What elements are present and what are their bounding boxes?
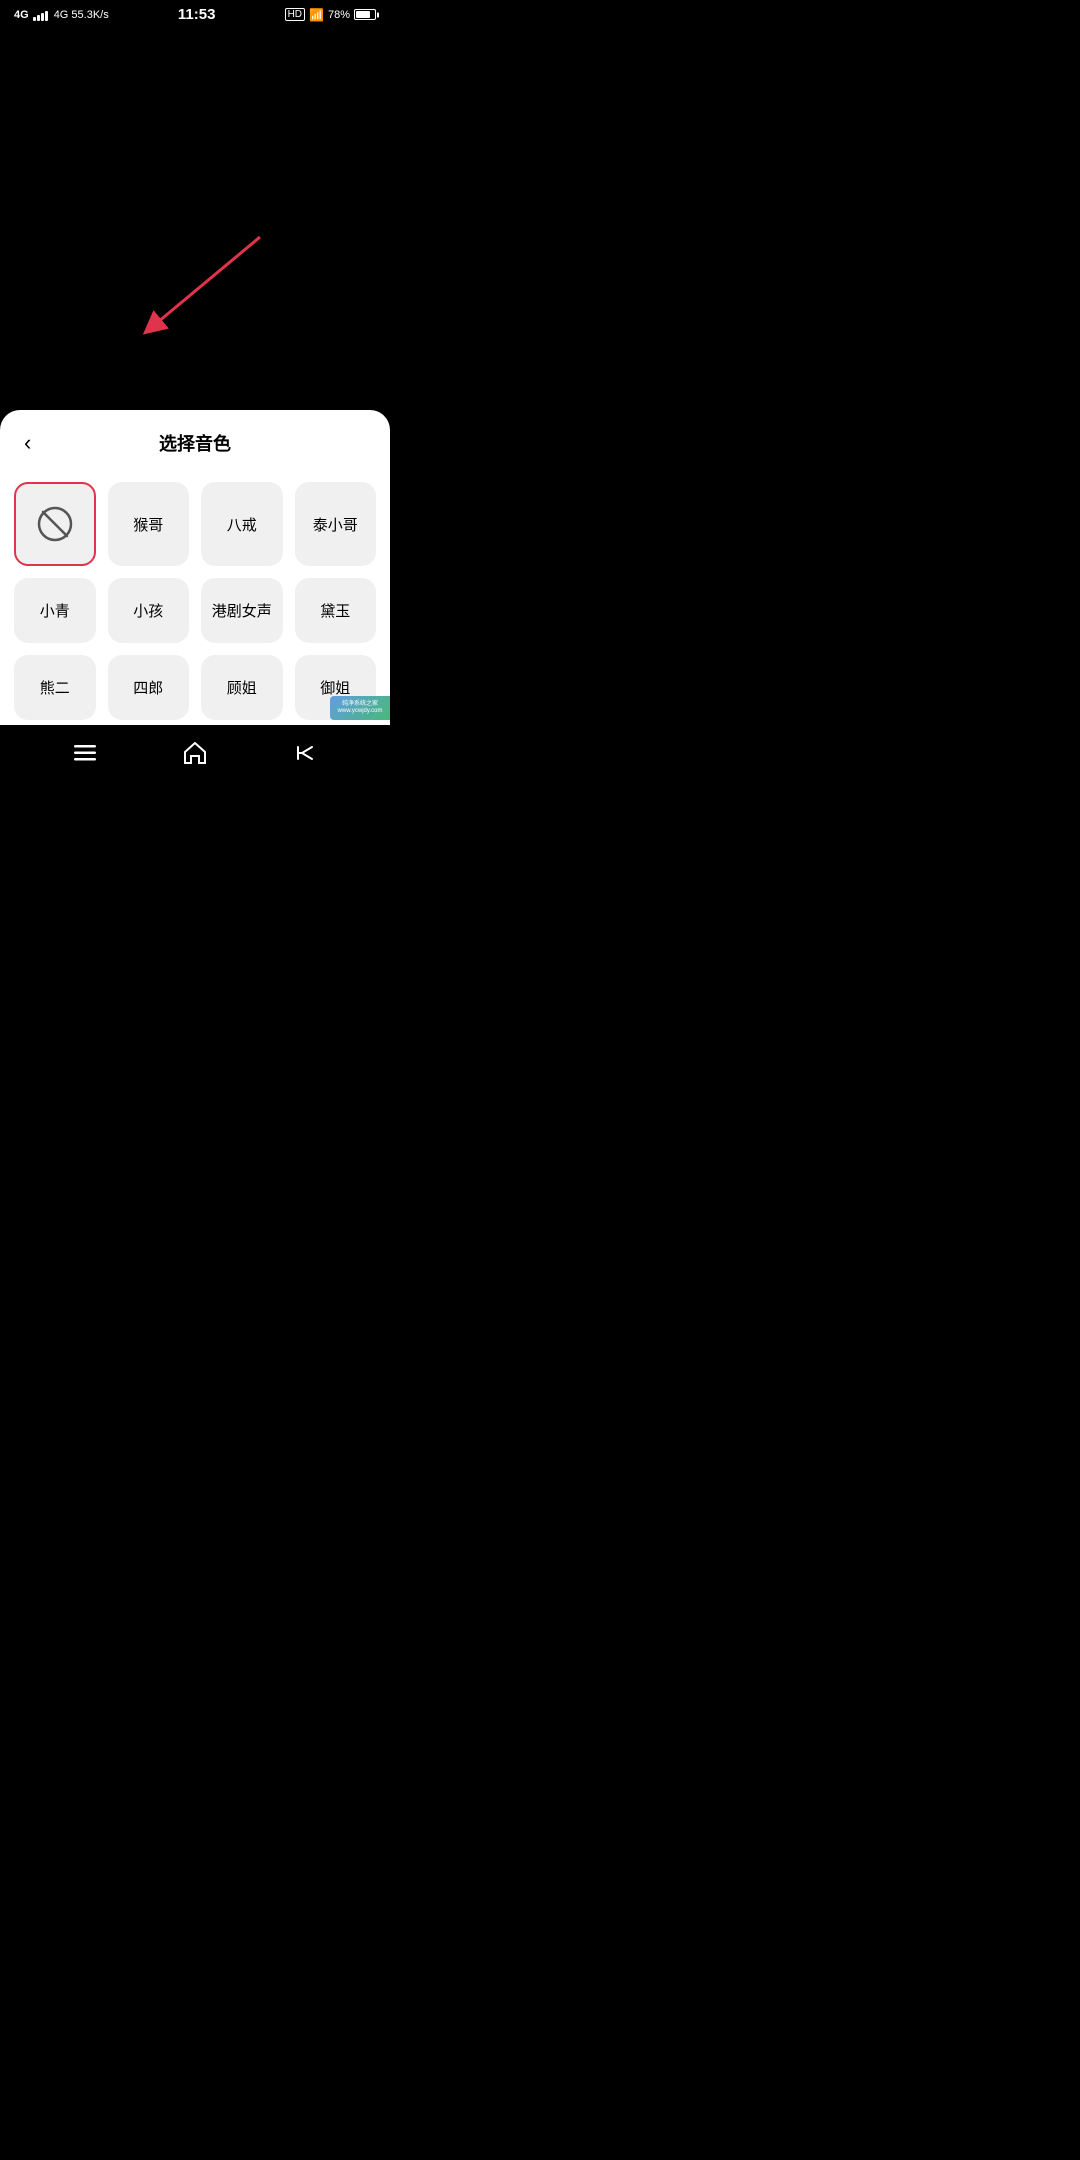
sheet-title: 选择音色: [159, 430, 231, 456]
sheet-header: ‹ 选择音色: [0, 410, 390, 466]
network-type: 4G: [14, 9, 29, 21]
voice-option-taixiaoge[interactable]: 泰小哥: [295, 482, 377, 566]
voice-option-xiaoqing[interactable]: 小青: [14, 578, 96, 643]
status-time: 11:53: [178, 6, 216, 23]
voice-option-none[interactable]: [14, 482, 96, 566]
voice-option-xiaohai[interactable]: 小孩: [108, 578, 190, 643]
menu-icon[interactable]: [66, 737, 104, 769]
back-nav-icon[interactable]: [286, 734, 324, 772]
back-button[interactable]: ‹: [20, 426, 35, 460]
battery-percent: 78%: [328, 9, 350, 21]
voice-grid: 猴哥八戒泰小哥小青小孩港剧女声黛玉熊二四郎顾姐御姐: [0, 466, 390, 720]
network-speed: 4G 55.3K/s: [54, 9, 109, 21]
voice-option-bajie[interactable]: 八戒: [201, 482, 283, 566]
wifi-icon: 📶: [309, 8, 324, 22]
status-bar: 4G 4G 55.3K/s 11:53 HD 📶 78%: [0, 0, 390, 27]
voice-option-monkey[interactable]: 猴哥: [108, 482, 190, 566]
battery-icon: [354, 9, 376, 20]
home-icon[interactable]: [176, 734, 214, 772]
video-area: [0, 27, 390, 357]
voice-option-silang[interactable]: 四郎: [108, 655, 190, 720]
arrow-annotation: [0, 27, 390, 357]
status-left: 4G 4G 55.3K/s: [14, 9, 109, 21]
status-right: HD 📶 78%: [285, 8, 376, 22]
voice-option-daiyu[interactable]: 黛玉: [295, 578, 377, 643]
nav-bar: [0, 725, 390, 780]
voice-option-gangju[interactable]: 港剧女声: [201, 578, 283, 643]
watermark: 纯净系统之家www.ycwjdy.com: [330, 696, 390, 720]
signal-bars: [33, 9, 48, 21]
voice-option-gujie[interactable]: 顾姐: [201, 655, 283, 720]
hd-badge: HD: [285, 8, 305, 21]
voice-option-xionger[interactable]: 熊二: [14, 655, 96, 720]
